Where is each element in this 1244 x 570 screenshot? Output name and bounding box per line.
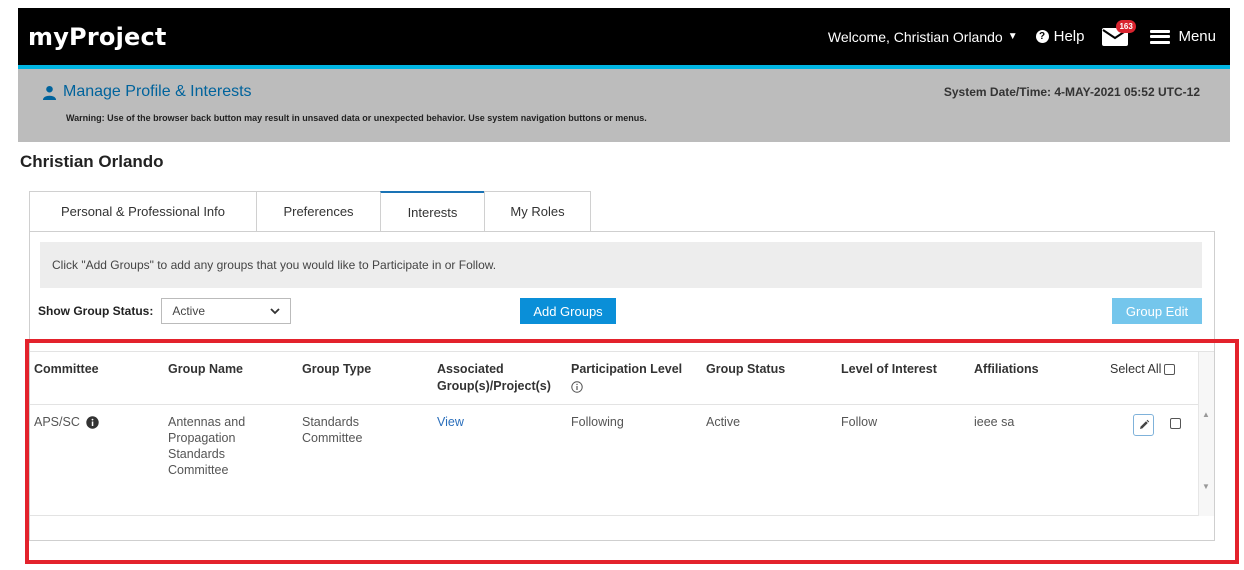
welcome-dropdown[interactable]: Welcome, Christian Orlando ▼ <box>828 29 1018 45</box>
pencil-icon <box>1139 419 1149 429</box>
question-circle-icon: ? <box>1035 30 1049 43</box>
groups-table: Committee Group Name Group Type Associat… <box>30 351 1214 516</box>
group-edit-button[interactable]: Group Edit <box>1112 298 1202 324</box>
scroll-up-icon[interactable]: ▲ <box>1202 410 1210 419</box>
tab-interests[interactable]: Interests <box>380 191 485 231</box>
table-scrollbar[interactable]: ▲ ▼ <box>1198 352 1214 516</box>
edit-row-button[interactable] <box>1133 414 1154 436</box>
tab-my-roles[interactable]: My Roles <box>484 191 591 231</box>
header-level-interest: Level of Interest <box>841 362 937 376</box>
welcome-text: Welcome, Christian Orlando <box>827 28 1003 45</box>
header-associated-line1: Associated <box>437 362 504 376</box>
cell-group-status: Active <box>706 415 741 429</box>
info-circle-icon[interactable] <box>86 415 99 429</box>
nav-right: Welcome, Christian Orlando ▼ ? Help 163 … <box>828 19 1230 50</box>
caret-down-icon: ▼ <box>1007 31 1018 42</box>
header-group-type: Group Type <box>302 362 372 376</box>
status-label: Show Group Status: <box>38 304 154 318</box>
header-committee: Committee <box>34 362 99 376</box>
brand-logo[interactable]: myProject <box>28 23 167 51</box>
person-name: Christian Orlando <box>20 152 164 171</box>
cell-group-name: Antennas and Propagation Standards Commi… <box>168 415 246 477</box>
committee-code: APS/SC <box>34 415 80 429</box>
mail-count-badge: 163 <box>1116 19 1136 33</box>
info-message: Click "Add Groups" to add any groups tha… <box>40 242 1202 288</box>
header-divider <box>30 404 1198 405</box>
select-all-label: Select All <box>1110 362 1162 376</box>
row-select-checkbox[interactable] <box>1170 418 1181 429</box>
add-groups-button[interactable]: Add Groups <box>520 298 616 324</box>
tab-preferences[interactable]: Preferences <box>256 191 381 231</box>
status-filter-row: Show Group Status: Active Add Groups Gro… <box>38 296 1202 326</box>
cell-committee: APS/SC <box>34 414 99 430</box>
cell-level-interest: Follow <box>841 415 878 429</box>
select-all[interactable]: Select All <box>1110 361 1176 378</box>
tab-personal-professional-info[interactable]: Personal & Professional Info <box>29 191 257 231</box>
select-all-checkbox[interactable] <box>1164 364 1176 375</box>
header-affiliations: Affiliations <box>974 362 1039 376</box>
page-title: Manage Profile & Interests <box>42 83 252 101</box>
back-button-warning: Warning: Use of the browser back button … <box>66 113 647 123</box>
cell-participation: Following <box>571 415 624 429</box>
cell-group-type: Standards Committee <box>302 415 363 445</box>
header-associated-line2: Group(s)/Project(s) <box>437 379 551 393</box>
cell-affiliations: ieee sa <box>974 415 1015 429</box>
menu-label: Menu <box>1178 28 1216 45</box>
help-link[interactable]: ? Help <box>1035 28 1085 45</box>
group-status-select[interactable]: Active <box>161 298 292 324</box>
page-title-text: Manage Profile & Interests <box>63 83 252 100</box>
profile-tabs: Personal & Professional Info Preferences… <box>29 191 591 231</box>
interests-panel: Click "Add Groups" to add any groups tha… <box>29 231 1215 541</box>
header-participation: Participation Level <box>571 361 701 398</box>
header-participation-text: Participation Level <box>571 362 683 376</box>
info-circle-icon[interactable] <box>571 381 583 393</box>
top-nav: myProject Welcome, Christian Orlando ▼ ?… <box>18 8 1230 65</box>
chevron-down-icon <box>270 307 280 314</box>
page-header: Manage Profile & Interests Warning: Use … <box>18 65 1230 142</box>
hamburger-icon <box>1150 29 1171 44</box>
status-select-value: Active <box>172 304 206 318</box>
header-group-status: Group Status <box>706 362 786 376</box>
header-group-name: Group Name <box>168 362 244 376</box>
system-date-time: System Date/Time: 4-MAY-2021 05:52 UTC-1… <box>943 85 1200 99</box>
mail-button[interactable]: 163 <box>1102 19 1136 50</box>
user-icon <box>42 85 57 100</box>
scroll-down-icon[interactable]: ▼ <box>1202 482 1210 491</box>
help-label: Help <box>1053 28 1085 45</box>
header-associated: Associated Group(s)/Project(s) <box>437 361 567 395</box>
menu-button[interactable]: Menu <box>1150 28 1216 45</box>
view-associated-link[interactable]: View <box>437 414 464 430</box>
